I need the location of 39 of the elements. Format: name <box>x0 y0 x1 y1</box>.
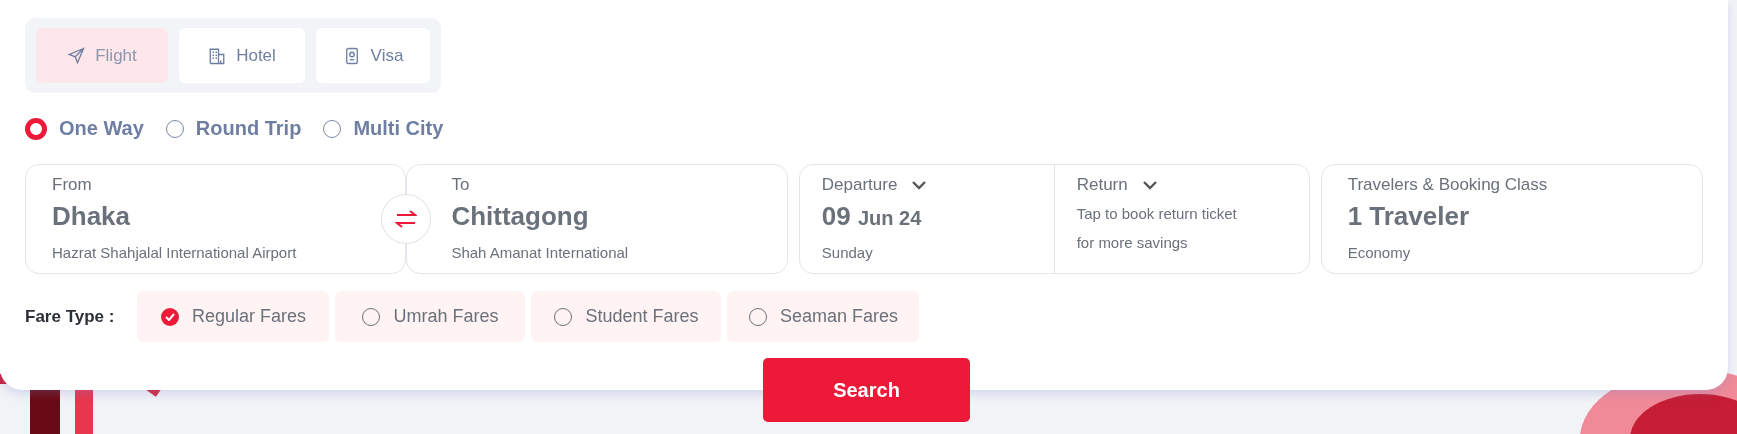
to-field[interactable]: To Chittagong Shah Amanat International <box>406 164 788 274</box>
fare-option[interactable]: Regular Fares <box>137 291 330 342</box>
weekday: Sunday <box>821 244 874 261</box>
field-label: Return <box>1076 175 1309 195</box>
service-tab[interactable]: Flight <box>36 28 168 83</box>
building-icon <box>208 46 227 65</box>
fare-option[interactable]: Umrah Fares <box>335 291 526 342</box>
service-tab[interactable]: Visa <box>316 28 430 83</box>
trip-type-option[interactable]: One Way <box>25 117 144 140</box>
radio-button[interactable] <box>323 119 342 138</box>
radio-button[interactable] <box>165 119 184 138</box>
trip-type-option[interactable]: Round Trip <box>165 117 302 140</box>
chevron-down-icon <box>911 180 928 190</box>
field-label: To <box>451 175 471 195</box>
fare-option[interactable]: Student Fares <box>531 291 722 342</box>
field-label: From <box>52 175 93 195</box>
chevron-down-icon <box>1141 180 1158 190</box>
airport-name: Hazrat Shahjalal International Airport <box>52 244 298 261</box>
search-button[interactable]: Search <box>763 358 970 422</box>
departure-date: 09 Jun 24 <box>821 201 923 232</box>
service-tab[interactable]: Hotel <box>179 28 305 83</box>
fare-option[interactable]: Seaman Fares <box>727 291 920 342</box>
travelers-field[interactable]: Travelers & Booking Class 1 Traveler Economy <box>1320 164 1703 274</box>
radio-button[interactable] <box>25 117 47 140</box>
return-hint: Tap to book return ticket <box>1076 205 1238 222</box>
date-field[interactable]: Departure 09 Jun 24 Sunday Return Tap to book return ticket for more savings <box>798 164 1310 274</box>
traveler-count: 1 Traveler <box>1347 201 1471 232</box>
swap-button[interactable] <box>381 194 432 244</box>
booking-class: Economy <box>1347 244 1412 261</box>
city-name: Dhaka <box>52 201 132 232</box>
swap-arrows-icon <box>395 209 418 229</box>
return-hint: for more savings <box>1076 234 1189 251</box>
fare-type-label: Fare Type : <box>25 306 115 327</box>
city-name: Chittagong <box>451 201 590 232</box>
trip-type-option[interactable]: Multi City <box>323 117 444 140</box>
airport-name: Shah Amanat International <box>451 244 630 261</box>
field-label: Departure <box>821 175 1054 195</box>
send-icon <box>67 46 86 65</box>
field-label: Travelers & Booking Class <box>1347 175 1549 195</box>
